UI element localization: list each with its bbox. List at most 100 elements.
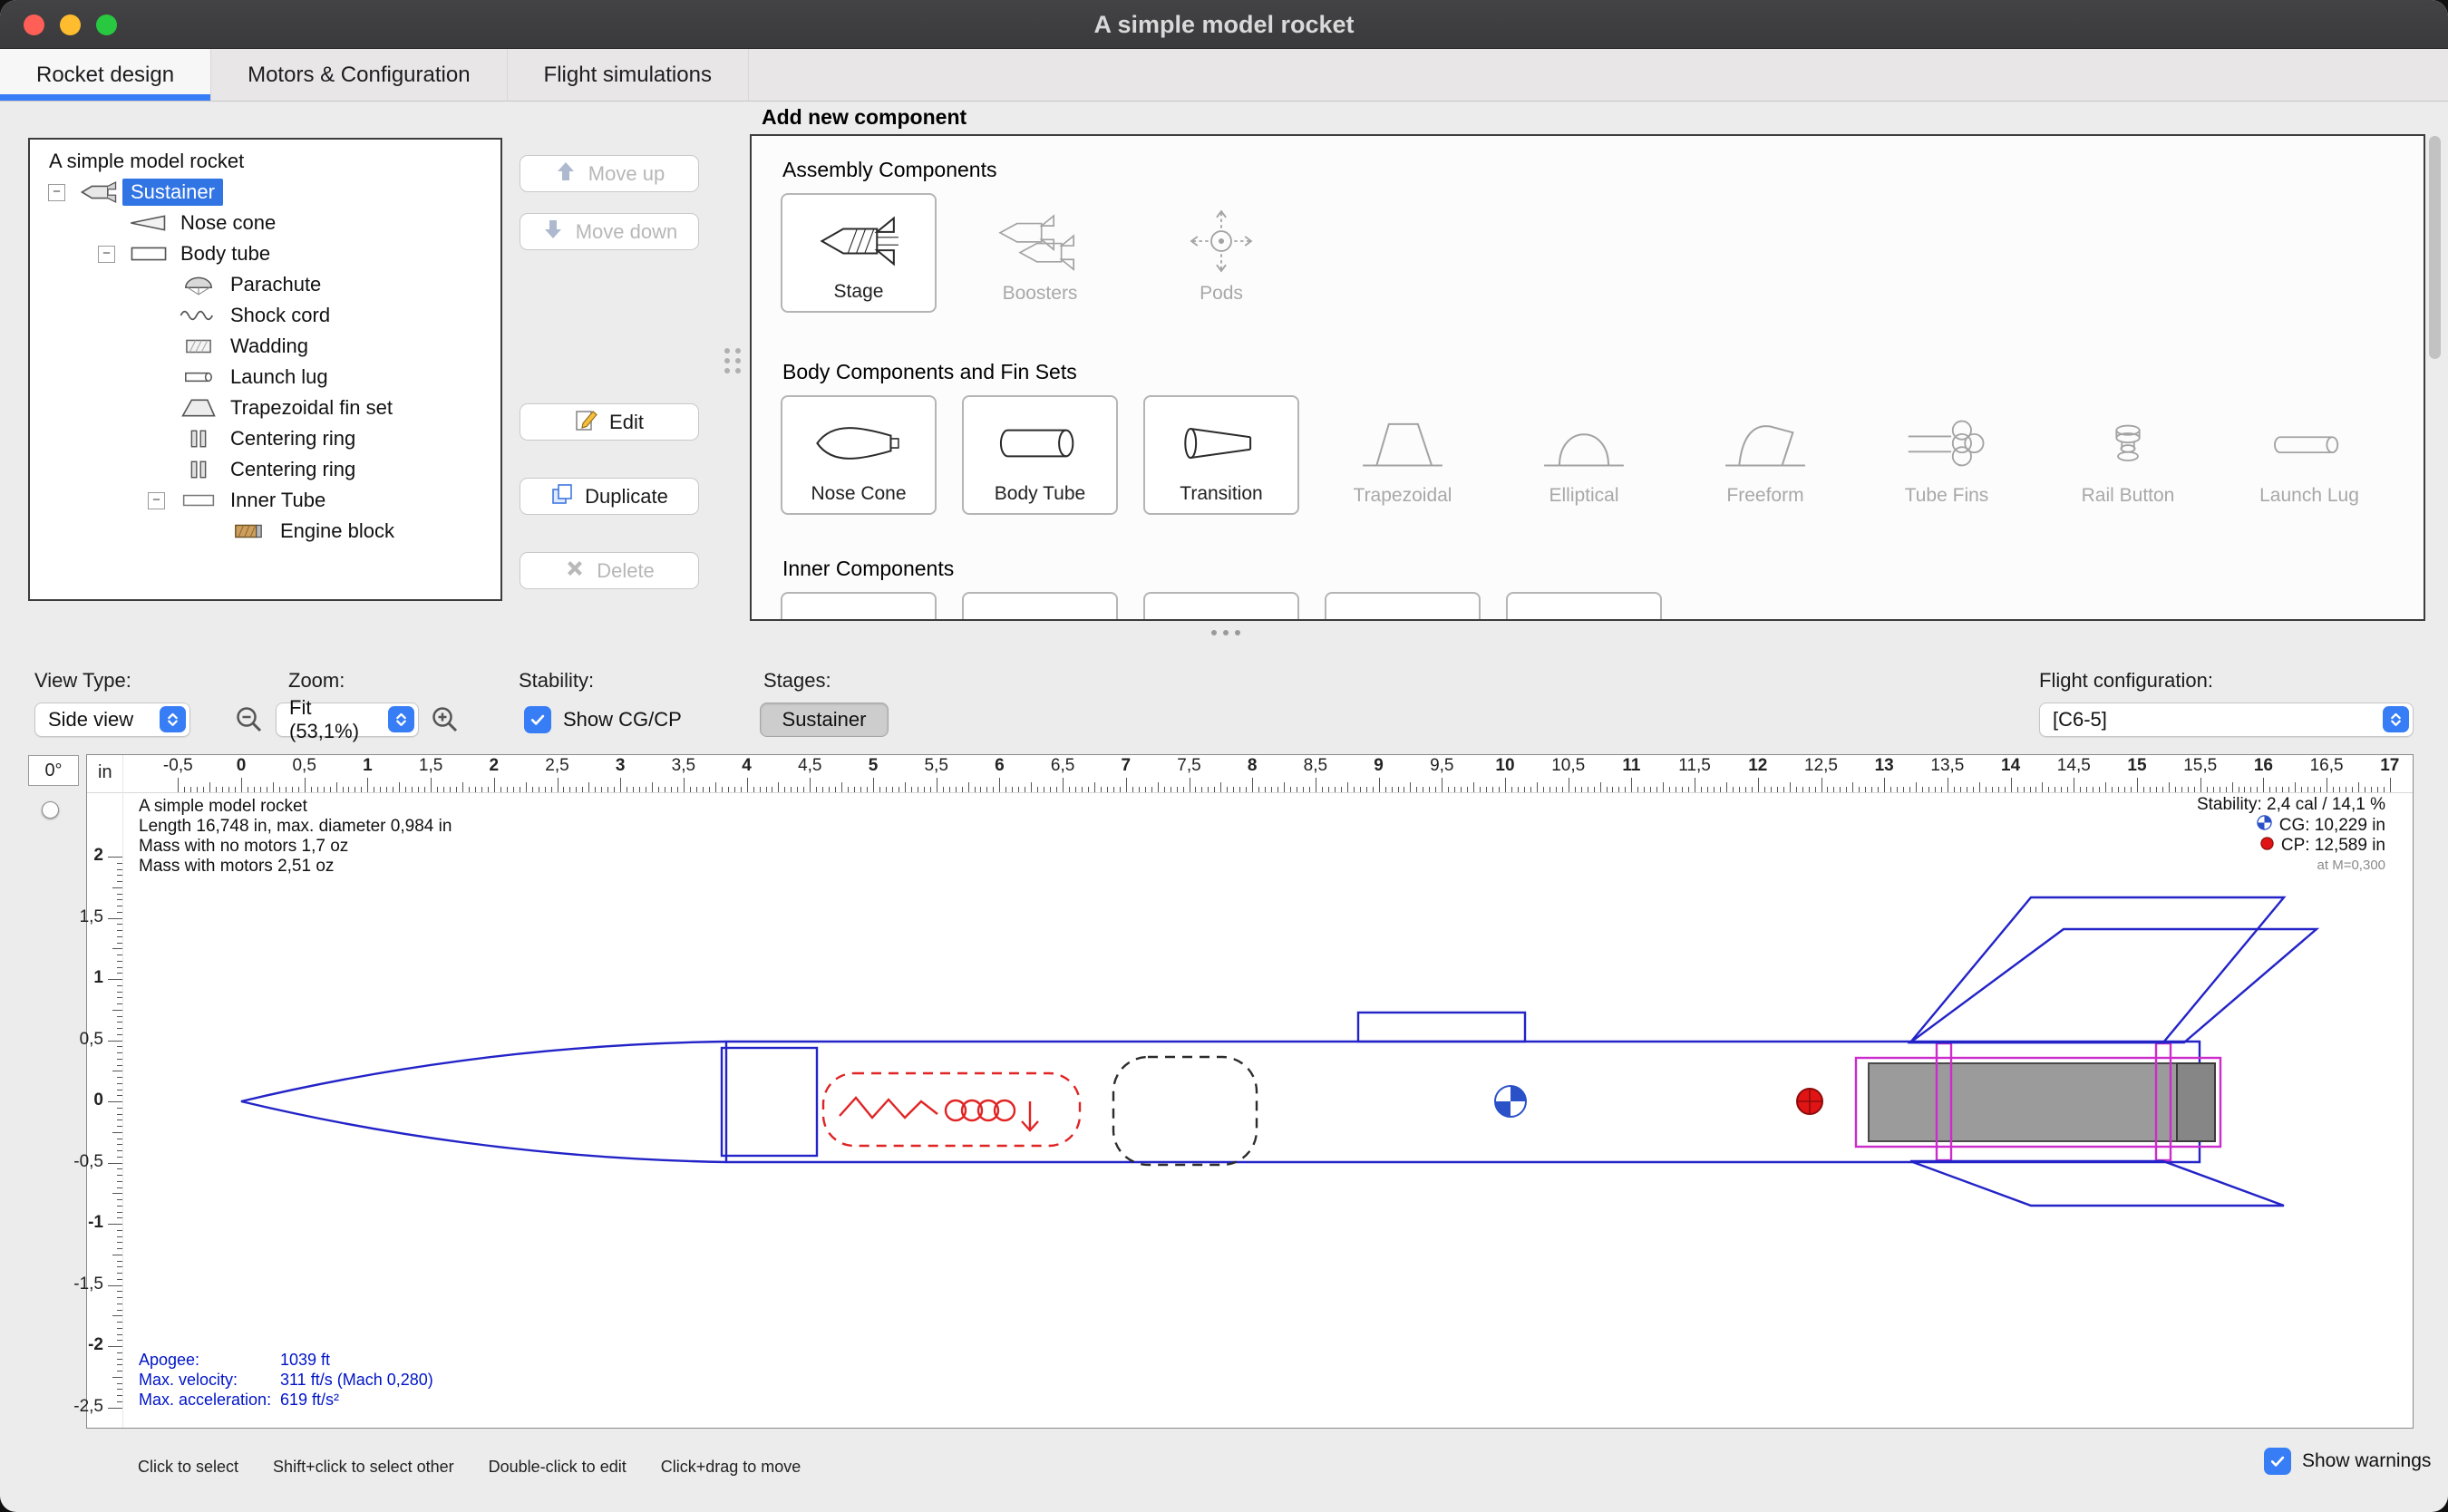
vertical-scrollbar[interactable]: [2429, 136, 2441, 359]
ruler-tick: [462, 782, 463, 792]
delete-button[interactable]: Delete: [520, 552, 699, 589]
tab-rocket-design[interactable]: Rocket design: [0, 49, 211, 101]
motor-shape[interactable]: [1869, 1063, 2215, 1141]
add-innertube-button[interactable]: [781, 592, 937, 621]
add-nose-cone-button[interactable]: Nose Cone: [781, 395, 937, 515]
zoom-in-button[interactable]: [428, 703, 462, 737]
tree-item-shock-cord[interactable]: Shock cord: [30, 300, 500, 331]
tree-item-wadding[interactable]: Wadding: [30, 331, 500, 362]
ruler-tick: [1644, 787, 1645, 792]
ruler-tick: [431, 778, 432, 792]
ruler-tick: [696, 787, 697, 792]
ruler-tick: [117, 1310, 122, 1311]
tab-motors-configuration[interactable]: Motors & Configuration: [211, 49, 507, 101]
add-pods-button: Pods: [1143, 193, 1299, 313]
tree-item-parachute[interactable]: Parachute: [30, 269, 500, 300]
ruler-tick: [254, 787, 255, 792]
ruler-tick: [2358, 782, 2359, 792]
add-stage-button[interactable]: Stage: [781, 193, 937, 313]
tree-item-inner-tube[interactable]: −Inner Tube: [30, 485, 500, 516]
ruler-tick: [1733, 787, 1734, 792]
stage-toggle-sustainer[interactable]: Sustainer: [760, 703, 889, 737]
ruler-tick: [848, 787, 849, 792]
check-icon: [2268, 1451, 2288, 1471]
flight-configuration-select[interactable]: [C6-5]: [2039, 703, 2414, 737]
tree-item-centering-ring[interactable]: Centering ring: [30, 423, 500, 454]
ruler-tick: [412, 787, 413, 792]
splitter-handle[interactable]: [724, 348, 742, 373]
delete-x-icon: [564, 557, 586, 585]
tree-item-centering-ring[interactable]: Centering ring: [30, 454, 500, 485]
tree-item-a-simple-model-rocket[interactable]: A simple model rocket: [30, 146, 500, 177]
ruler-tick: [1177, 787, 1178, 792]
ruler-label: 2: [490, 756, 500, 776]
ruler-tick: [1303, 787, 1304, 792]
zoom-label: Zoom:: [288, 669, 345, 693]
nosecone-icon: [811, 397, 907, 483]
zoom-select[interactable]: Fit (53,1%): [276, 703, 419, 737]
collapse-icon[interactable]: −: [48, 184, 65, 201]
show-cgcp-checkbox[interactable]: [524, 706, 551, 733]
rocket-name-text: A simple model rocket: [139, 797, 452, 817]
rotation-slider-knob[interactable]: [42, 801, 59, 819]
card-label: Transition: [1180, 483, 1262, 505]
add-centeringring-button[interactable]: [1143, 592, 1299, 621]
ruler-tick: [1783, 787, 1784, 792]
tree-item-engine-block[interactable]: Engine block: [30, 516, 500, 547]
collapse-icon[interactable]: −: [98, 246, 115, 263]
collapse-icon[interactable]: −: [148, 492, 165, 509]
ruler-tick: [2320, 787, 2321, 792]
ruler-tick: [405, 787, 406, 792]
show-warnings-checkbox[interactable]: [2264, 1448, 2291, 1475]
tree-item-body-tube[interactable]: −Body tube: [30, 238, 500, 269]
ruler-tick: [1473, 782, 1474, 792]
tree-item-launch-lug[interactable]: Launch lug: [30, 362, 500, 393]
ruler-label: 16: [2254, 756, 2273, 776]
close-window-button[interactable]: [24, 15, 44, 35]
card-row: [781, 592, 2424, 621]
launch-lug-shape[interactable]: [1358, 1013, 1525, 1042]
ruler-tick: [1777, 787, 1778, 792]
move-down-button[interactable]: Move down: [520, 213, 699, 250]
ruler-tick: [178, 778, 179, 792]
tree-item-trapezoidal-fin-set[interactable]: Trapezoidal fin set: [30, 393, 500, 423]
magnifier-plus-icon: [430, 704, 461, 735]
ruler-tick: [1499, 787, 1500, 792]
view-type-select[interactable]: Side view: [34, 703, 190, 737]
add-engineblock-button[interactable]: [1506, 592, 1662, 621]
ruler-label: -1: [88, 1213, 103, 1233]
tab-flight-simulations[interactable]: Flight simulations: [508, 49, 749, 101]
ruler-tick: [1201, 787, 1202, 792]
ruler-tick: [532, 787, 533, 792]
ruler-tick: [1752, 787, 1753, 792]
add-bulkhead-button[interactable]: [1325, 592, 1481, 621]
add-body-tube-button[interactable]: Body Tube: [962, 395, 1118, 515]
ruler-tick: [2118, 787, 2119, 792]
duplicate-button[interactable]: Duplicate: [520, 478, 699, 515]
ruler-tick: [1688, 787, 1689, 792]
edit-button[interactable]: Edit: [520, 403, 699, 441]
bodytube-icon: [992, 397, 1088, 483]
move-up-button[interactable]: Move up: [520, 155, 699, 192]
ruler-tick: [658, 787, 659, 792]
panel-resize-handle[interactable]: [1211, 630, 1240, 635]
ruler-label: -2,5: [73, 1396, 103, 1416]
add-coupler-button[interactable]: [962, 592, 1118, 621]
ruler-tick: [1897, 787, 1898, 792]
ruler-tick: [2124, 787, 2125, 792]
minimize-window-button[interactable]: [60, 15, 81, 35]
tree-item-sustainer[interactable]: −Sustainer: [30, 177, 500, 208]
ruler-tick: [778, 782, 779, 792]
ruler-tick: [1928, 787, 1929, 792]
tree-item-nose-cone[interactable]: Nose cone: [30, 208, 500, 238]
ruler-label: 7: [1122, 756, 1132, 776]
ruler-tick: [424, 787, 425, 792]
ruler-tick: [601, 787, 602, 792]
zoom-out-button[interactable]: [232, 703, 267, 737]
add-transition-button[interactable]: Transition: [1143, 395, 1299, 515]
ruler-tick: [2067, 787, 2068, 792]
zoom-window-button[interactable]: [96, 15, 117, 35]
ruler-tick: [117, 1181, 122, 1182]
ruler-tick: [450, 787, 451, 792]
ruler-tick: [1354, 787, 1355, 792]
